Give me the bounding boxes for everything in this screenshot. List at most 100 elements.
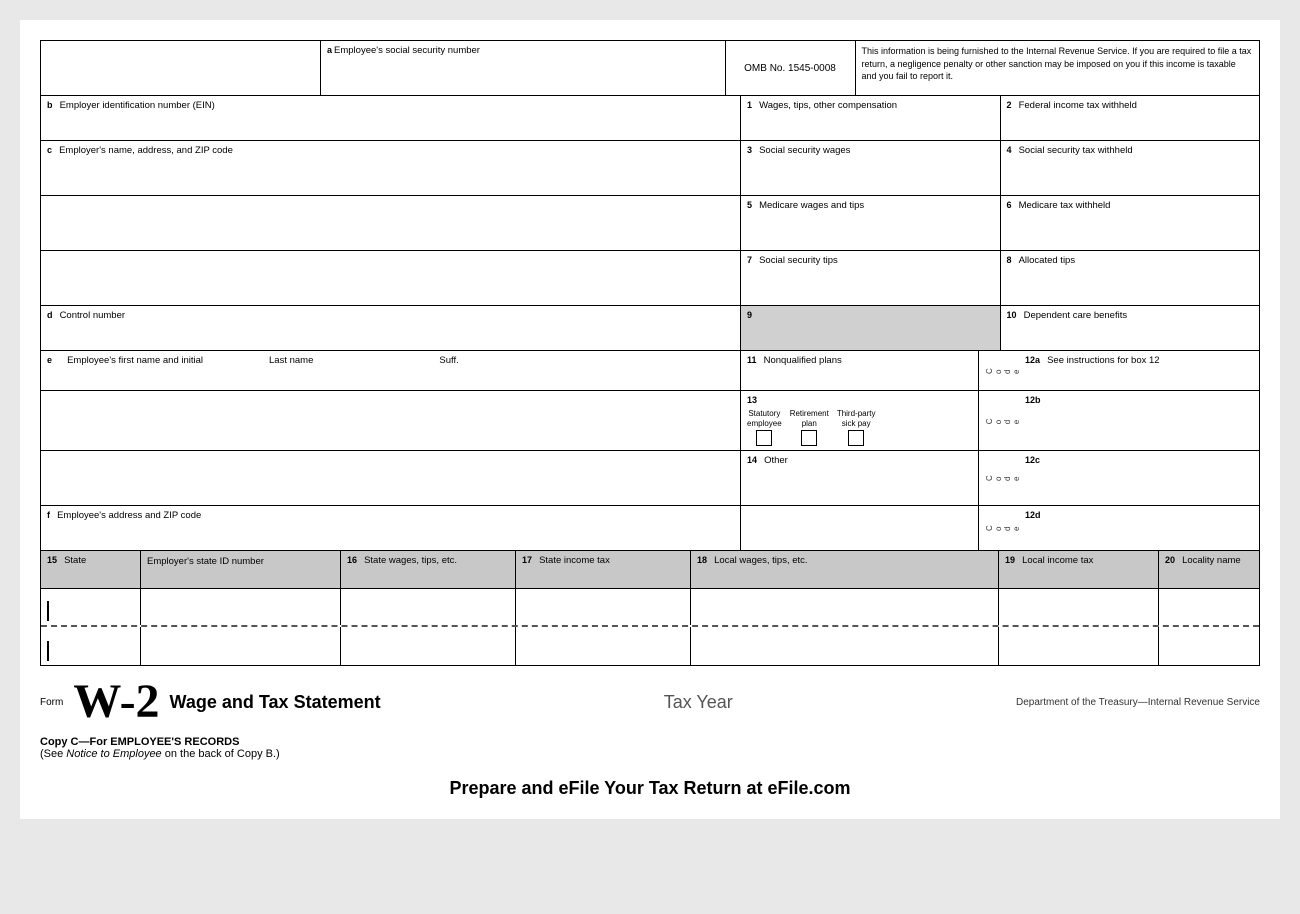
field-d-label: d [47, 310, 53, 320]
checkbox-statutory-box[interactable] [756, 430, 772, 446]
cell-employer-cont1 [41, 196, 741, 250]
box12c-num: 12c [1025, 455, 1040, 465]
state-line2 [47, 641, 53, 661]
checkbox-thirdparty: Third-party sick pay [837, 409, 876, 446]
box15-text: State [64, 555, 86, 566]
cell-box12b: Code 12b [979, 391, 1259, 450]
box12c-code: Code [985, 455, 1021, 501]
cell-state-data2-local-income [999, 627, 1159, 665]
row-state-header: 15 State Employer's state ID number 16 S… [41, 551, 1259, 589]
box15-num: 15 [47, 555, 57, 565]
box12a-code: Code [985, 355, 1021, 386]
cell-state-data2-local-wages [691, 627, 999, 665]
box15b-text: Employer's state ID number [147, 556, 264, 567]
box2-text: Federal income tax withheld [1019, 100, 1137, 111]
field-f-text: Employee's address and ZIP code [57, 510, 201, 521]
box13-num: 13 [747, 395, 757, 405]
checkbox-statutory-label: Statutory employee [747, 409, 782, 428]
box20-num: 20 [1165, 555, 1175, 565]
cell-state-data1-income [516, 589, 691, 625]
prepare-banner: Prepare and eFile Your Tax Return at eFi… [40, 778, 1260, 799]
box8-text: Allocated tips [1019, 255, 1076, 266]
cell-local-wages-label: 18 Local wages, tips, etc. [691, 551, 999, 588]
copy-c-end: on the back of Copy B.) [162, 748, 280, 760]
cell-employee-name: e Employee's first name and initial Last… [41, 351, 741, 390]
field-a-text: Employee's social security number [334, 45, 480, 56]
box12b-content: 12b [1025, 395, 1253, 446]
cell-box13: 13 Statutory employee Retirement plan Th… [741, 391, 979, 450]
copy-c-italic: Notice to Employee [66, 748, 161, 760]
box6-num: 6 [1007, 200, 1012, 210]
cell-state-label: 15 State [41, 551, 141, 588]
row-employee-name: e Employee's first name and initial Last… [41, 351, 1259, 391]
field-d-text: Control number [60, 310, 125, 321]
row-state-data1 [41, 589, 1259, 627]
box19-num: 19 [1005, 555, 1015, 565]
cell-employer-name: c Employer's name, address, and ZIP code [41, 141, 741, 195]
checkbox-retirement-box[interactable] [801, 430, 817, 446]
cell-state-data2-id [141, 627, 341, 665]
field-c-label: c [47, 145, 52, 155]
w2-form: a Employee's social security number OMB … [40, 40, 1260, 666]
field-e-suff: Suff. [439, 355, 458, 366]
field-b-text: Employer identification number (EIN) [60, 100, 215, 111]
box17-text: State income tax [539, 555, 610, 566]
field-a-label: a [327, 45, 332, 55]
checkbox-statutory: Statutory employee [747, 409, 782, 446]
box4-num: 4 [1007, 145, 1012, 155]
checkbox-thirdparty-label: Third-party sick pay [837, 409, 876, 428]
omb-text: OMB No. 1545-0008 [744, 63, 836, 74]
cell-state-data2-state [41, 627, 141, 665]
box19-text: Local income tax [1022, 555, 1093, 566]
box7-text: Social security tips [759, 255, 838, 266]
row-employer-cont2: 7 Social security tips 8 Allocated tips [41, 251, 1259, 306]
box18-num: 18 [697, 555, 707, 565]
box10-num: 10 [1007, 310, 1017, 320]
box11-text: Nonqualified plans [764, 355, 842, 366]
cell-box6: 6 Medicare tax withheld [1001, 196, 1260, 250]
cell-state-data1-locality [1159, 589, 1259, 625]
box4-text: Social security tax withheld [1019, 145, 1133, 156]
box17-num: 17 [522, 555, 532, 565]
row-checkboxes: 13 Statutory employee Retirement plan Th… [41, 391, 1259, 451]
box7-num: 7 [747, 255, 752, 265]
form-w2-title: W-2 [73, 678, 159, 726]
box14-text: Other [764, 455, 788, 466]
box12c-content: 12c [1025, 455, 1253, 501]
box12a-text: See instructions for box 12 [1047, 355, 1159, 366]
form-label: Form [40, 697, 63, 708]
cell-state-id-label: Employer's state ID number [141, 551, 341, 588]
box14-num: 14 [747, 455, 757, 465]
box12b-code: Code [985, 395, 1021, 446]
copy-c-note: (See [40, 748, 66, 760]
checkbox-thirdparty-box[interactable] [848, 430, 864, 446]
cell-blank-left [41, 41, 321, 95]
checkbox-retirement: Retirement plan [790, 409, 829, 446]
field-e-label: e [47, 355, 52, 365]
cell-state-data1-id [141, 589, 341, 625]
box12d-content: 12d [1025, 510, 1253, 546]
cell-box10: 10 Dependent care benefits [1001, 306, 1260, 350]
cell-box12a: Code 12a See instructions for box 12 [979, 351, 1259, 390]
box1-text: Wages, tips, other compensation [759, 100, 897, 111]
cell-name-cont1 [41, 391, 741, 450]
checkbox-group: Statutory employee Retirement plan Third… [747, 409, 972, 446]
row-employer-name: c Employer's name, address, and ZIP code… [41, 141, 1259, 196]
cell-state-data1-local-wages [691, 589, 999, 625]
box12d-num: 12d [1025, 510, 1041, 520]
box12a-num: 12a [1025, 355, 1040, 365]
state-bar2 [47, 641, 49, 661]
field-e-first: Employee's first name and initial [67, 355, 203, 366]
box10-text: Dependent care benefits [1024, 310, 1128, 321]
row-employer-cont1: 5 Medicare wages and tips 6 Medicare tax… [41, 196, 1259, 251]
box5-num: 5 [747, 200, 752, 210]
cell-box12c: Code 12c [979, 451, 1259, 505]
form-footer: Form W-2 Wage and Tax Statement Tax Year… [40, 666, 1260, 730]
cell-omb: OMB No. 1545-0008 [726, 41, 856, 95]
cell-state-data2-income [516, 627, 691, 665]
cell-box11: 11 Nonqualified plans [741, 351, 979, 390]
tax-year-label: Tax Year [391, 692, 1006, 713]
cell-box1: 1 Wages, tips, other compensation [741, 96, 1001, 140]
cell-state-data2-wages [341, 627, 516, 665]
cell-info: This information is being furnished to t… [856, 41, 1260, 95]
